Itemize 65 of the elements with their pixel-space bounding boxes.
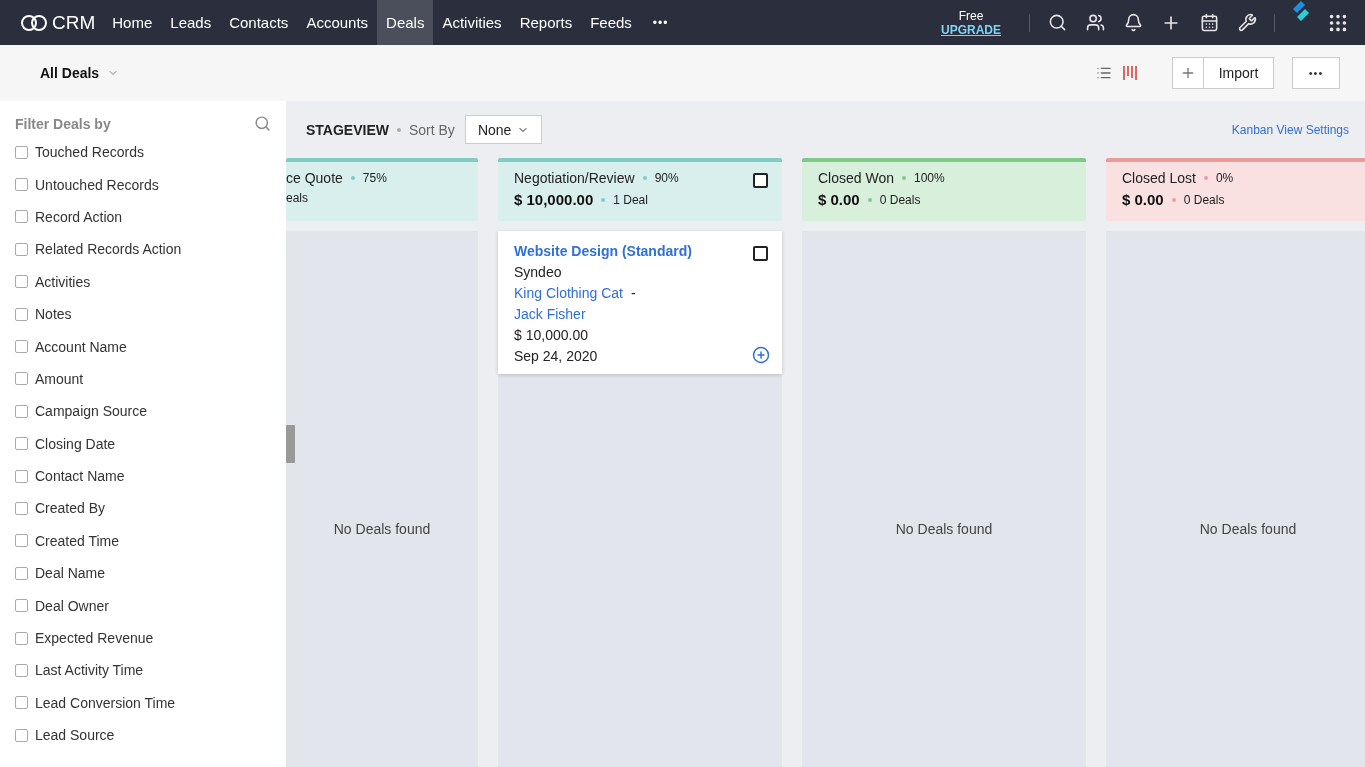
deal-count: eals — [286, 191, 308, 205]
filter-label[interactable]: Deal Owner — [35, 597, 109, 614]
filter-label[interactable]: Lead Source — [35, 727, 115, 744]
nav-tab[interactable]: Activities — [433, 0, 511, 45]
stage-probability: 75% — [362, 171, 387, 185]
filter-label[interactable]: Deal Name — [35, 565, 106, 582]
nav-tab[interactable]: Accounts — [297, 0, 378, 45]
closing-date: Sep 24, 2020 — [514, 348, 598, 364]
account-name: Syndeo — [514, 264, 562, 280]
empty-message: No Deals found — [332, 521, 432, 537]
settings-link[interactable]: Kanban View Settings — [1231, 122, 1349, 137]
stage-amount: $ 10,000.00 — [514, 191, 594, 208]
stage-name: Closed Won — [818, 170, 894, 186]
app-name: CRM — [52, 11, 96, 34]
deal-amount: $ 10,000.00 — [514, 327, 588, 343]
sort-label: Sort By — [408, 121, 455, 138]
stage-probability: 90% — [654, 171, 679, 185]
filter-label[interactable]: Closing Date — [35, 435, 116, 452]
owner-link[interactable]: Jack Fisher — [514, 306, 586, 322]
contact-link[interactable]: King Clothing Cat — [514, 285, 623, 301]
filter-label[interactable]: Untouched Records — [35, 176, 159, 193]
stage-name: Negotiation/Review — [514, 170, 635, 186]
filter-label[interactable]: Related Records Action — [35, 241, 182, 258]
deal-title[interactable]: Website Design (Standard) — [514, 243, 692, 259]
filter-label[interactable]: Created Time — [35, 532, 120, 549]
deal-count: 0 Deals — [1183, 192, 1225, 207]
stage-amount: $ 0.00 — [818, 191, 860, 208]
nav-tab[interactable]: Feeds — [581, 0, 641, 45]
import-button[interactable]: Import — [1204, 57, 1274, 89]
nav-tab[interactable]: Deals — [377, 0, 434, 45]
filter-label[interactable]: Record Action — [35, 208, 123, 225]
stage-probability: 0% — [1215, 171, 1234, 185]
stage-name: Closed Lost — [1122, 170, 1196, 186]
filter-label[interactable]: Activities — [35, 273, 91, 290]
sort-dropdown[interactable]: None — [464, 115, 543, 144]
view-selector[interactable]: All Deals — [40, 65, 120, 81]
filter-label[interactable]: Contact Name — [35, 468, 125, 485]
more-button[interactable]: ••• — [1292, 57, 1340, 89]
filter-label[interactable]: Touched Records — [35, 144, 144, 161]
filter-label[interactable]: Created By — [35, 500, 106, 517]
filter-label[interactable]: Last Activity Time — [35, 662, 144, 679]
view-title: STAGEVIEW — [306, 121, 389, 138]
empty-message: No Deals found — [894, 521, 994, 537]
upgrade-link[interactable]: UPGRADE — [941, 22, 1001, 37]
filter-title: Filter Deals by — [15, 115, 111, 132]
filter-label[interactable]: Account Name — [35, 338, 127, 355]
nav-tab[interactable]: Home — [103, 0, 162, 45]
filter-label[interactable]: Expected Revenue — [35, 630, 154, 647]
more-menu[interactable]: ••• — [640, 0, 681, 45]
stage-probability: 100% — [914, 171, 945, 185]
nav-tab[interactable]: Reports — [510, 0, 582, 45]
deal-count: 1 Deal — [613, 192, 648, 207]
empty-message: No Deals found — [1198, 521, 1298, 537]
stage-name: ce Quote — [286, 170, 343, 186]
stage-amount: $ 0.00 — [1122, 191, 1164, 208]
nav-tab[interactable]: Leads — [161, 0, 221, 45]
deal-count: 0 Deals — [879, 192, 921, 207]
separator-text: - — [630, 285, 636, 301]
filter-label[interactable]: Amount — [35, 370, 84, 387]
filter-label[interactable]: Lead Conversion Time — [35, 694, 176, 711]
deal-card[interactable]: Website Design (Standard) Syndeo King Clothing Cat - Jack Fisher $ 10,000.00 Sep 24, 2020 — [498, 231, 782, 374]
filter-label[interactable]: Campaign Source — [35, 403, 148, 420]
plan-label: Free — [958, 8, 984, 23]
nav-tab[interactable]: Contacts — [220, 0, 298, 45]
filter-label[interactable]: Notes — [35, 306, 72, 323]
